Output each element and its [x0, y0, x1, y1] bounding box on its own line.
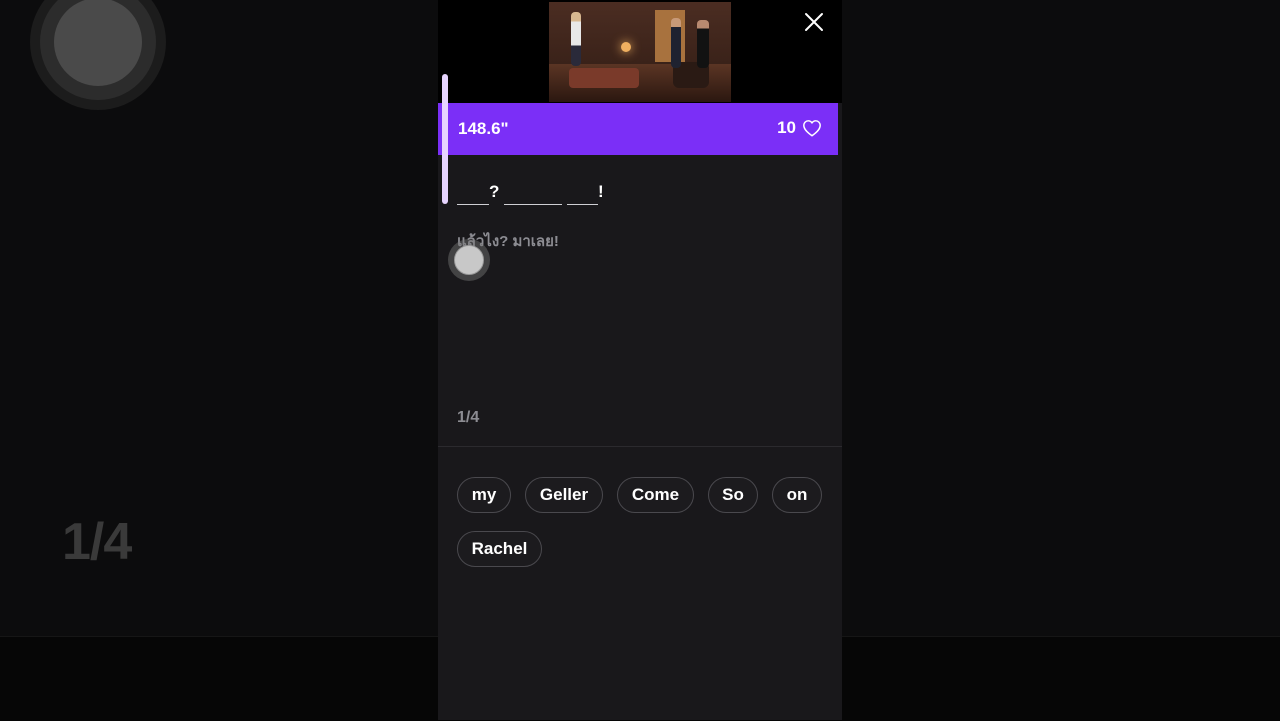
background-touch-dot [54, 0, 142, 86]
word-chip-on[interactable]: on [772, 477, 822, 513]
heart-icon [803, 120, 821, 137]
divider [438, 446, 842, 447]
touch-indicator [448, 239, 490, 281]
word-chip-my[interactable]: my [457, 477, 511, 513]
app-panel: 148.6" 10 ? ! แล้วไง? มาเลย! 1/4 my Gell… [438, 0, 842, 720]
video-thumbnail[interactable] [549, 2, 731, 102]
punctuation-exclamation: ! [598, 182, 604, 201]
word-chip-geller[interactable]: Geller [525, 477, 603, 513]
close-button[interactable] [802, 10, 826, 34]
scroll-indicator[interactable] [442, 74, 448, 204]
quiz-header-bar: 148.6" 10 [438, 103, 838, 155]
word-chip-so[interactable]: So [708, 477, 758, 513]
answer-blank[interactable] [457, 204, 489, 205]
question-progress: 1/4 [457, 409, 480, 426]
answer-blank[interactable] [504, 204, 562, 205]
lives-count: 10 [777, 118, 796, 137]
word-chip-come[interactable]: Come [617, 477, 694, 513]
video-area [438, 0, 842, 103]
close-icon [805, 13, 823, 31]
word-chip-rachel[interactable]: Rachel [457, 531, 542, 567]
lives-indicator: 10 [777, 118, 822, 138]
timer-label: 148.6" [458, 119, 509, 138]
answer-blank[interactable] [567, 204, 598, 205]
punctuation-question: ? [489, 182, 500, 201]
background-progress-counter: 1/4 [62, 513, 132, 571]
